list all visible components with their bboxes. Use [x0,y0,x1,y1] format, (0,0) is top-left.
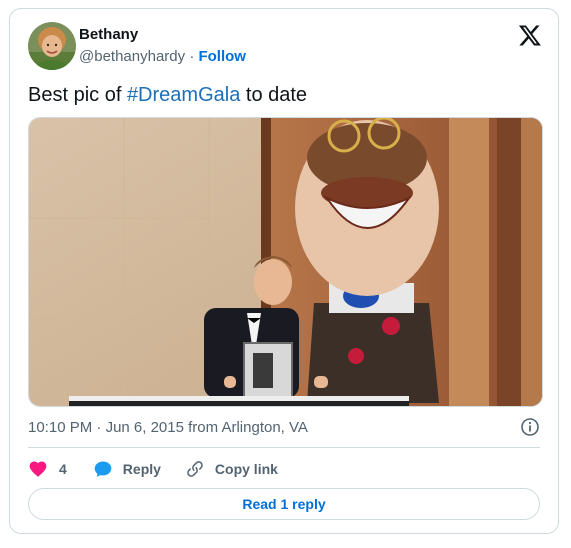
reply-label: Reply [122,461,161,477]
author-handle-row: @bethanyhardy · Follow [79,48,246,65]
action-bar: 4 Reply Copy link [28,458,278,480]
meta-separator: · [96,419,102,436]
reply-bubble-icon [94,461,112,477]
read-replies-button[interactable]: Read 1 reply [28,488,540,520]
reply-button[interactable]: Reply [93,459,161,479]
link-icon [187,461,203,477]
follow-button[interactable]: Follow [198,48,246,65]
tweet-date-location: Jun 6, 2015 from Arlington, VA [105,419,308,436]
tweet-time: 10:10 PM [28,419,93,436]
info-icon[interactable] [520,417,540,437]
hashtag-link[interactable]: #DreamGala [127,84,240,106]
tweet-card: Bethany @bethanyhardy · Follow Best pic … [9,8,559,534]
tweet-text-before: Best pic of [28,84,127,106]
tweet-text: Best pic of #DreamGala to date [28,84,307,107]
like-count: 4 [59,461,67,477]
x-logo-icon[interactable] [518,23,542,47]
tweet-text-after: to date [240,84,308,106]
divider [28,447,540,448]
pianist-with-mascot-photo [29,118,542,406]
author-handle[interactable]: @bethanyhardy [79,48,185,65]
separator-dot: · [189,48,195,65]
avatar[interactable] [28,22,76,70]
tweet-media[interactable] [28,117,543,407]
like-button[interactable]: 4 [28,459,67,479]
copy-link-label: Copy link [214,461,278,477]
copy-link-button[interactable]: Copy link [185,459,278,479]
heart-icon [29,461,47,477]
author-display-name[interactable]: Bethany [79,26,138,43]
avatar-photo [28,22,76,70]
tweet-timestamp[interactable]: 10:10 PM · Jun 6, 2015 from Arlington, V… [28,419,308,436]
